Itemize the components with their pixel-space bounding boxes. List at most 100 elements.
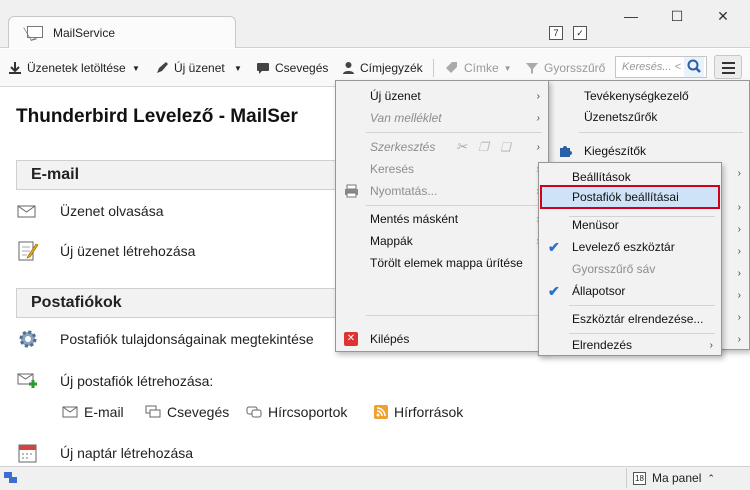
get-messages-dropdown[interactable]: ▼ xyxy=(132,59,140,77)
menu-item-save-as[interactable]: Mentés másként › xyxy=(336,208,548,230)
network-status-icon[interactable] xyxy=(4,472,18,484)
menu-item-label: Kiegészítők xyxy=(584,144,647,158)
create-chat-account-link[interactable]: Csevegés xyxy=(145,404,229,420)
search-icon xyxy=(687,59,701,73)
tag-button[interactable]: Címke ▼ xyxy=(445,59,512,77)
menu-item-menubar[interactable]: Menüsor xyxy=(539,214,721,236)
maximize-button[interactable]: ☐ xyxy=(662,6,692,26)
menu-item-attachments[interactable]: Van melléklet › xyxy=(336,107,548,129)
toolbar-separator xyxy=(433,59,434,77)
chevron-right-icon: › xyxy=(536,141,540,153)
menu-item-label: Állapotsor xyxy=(572,284,626,298)
menu-separator xyxy=(366,205,542,206)
filter-icon xyxy=(526,63,538,74)
write-message-label: Új üzenet létrehozása xyxy=(60,243,196,259)
rss-icon xyxy=(374,405,388,419)
app-menu-button[interactable] xyxy=(714,55,742,79)
calendar-icon[interactable]: 7 xyxy=(549,26,563,40)
envelope-icon xyxy=(27,26,43,38)
read-messages-label: Üzenet olvasása xyxy=(60,203,164,219)
email-account-label: E-mail xyxy=(84,404,124,420)
menu-item-label: Mentés másként xyxy=(370,212,459,226)
menu-item-exit[interactable]: ✕ Kilépés xyxy=(336,328,548,350)
create-account-label: Új postafiók létrehozása: xyxy=(60,373,214,389)
close-button[interactable]: ✕ xyxy=(708,6,738,26)
chevron-right-icon: › xyxy=(737,245,741,257)
printer-icon xyxy=(345,184,358,198)
menu-item-message-filters[interactable]: Üzenetszűrők xyxy=(549,106,749,128)
pencil-icon xyxy=(157,62,168,73)
hamburger-icon xyxy=(722,62,735,64)
write-button[interactable]: Új üzenet xyxy=(155,59,225,77)
menu-item-mail-toolbar[interactable]: ✔ Levelező eszköztár xyxy=(539,236,721,258)
envelope-icon xyxy=(62,406,78,418)
address-book-button[interactable]: Címjegyzék xyxy=(342,59,423,77)
chevron-right-icon: › xyxy=(737,333,741,345)
tasks-icon[interactable]: ✓ xyxy=(573,26,587,40)
menu-item-layout[interactable]: Elrendezés › xyxy=(539,334,721,356)
write-dropdown[interactable]: ▼ xyxy=(234,59,242,77)
create-calendar-link[interactable]: Új naptár létrehozása xyxy=(16,442,193,464)
address-book-label: Címjegyzék xyxy=(360,61,423,75)
get-messages-label: Üzenetek letöltése xyxy=(27,61,126,75)
newsgroup-account-label: Hírcsoportok xyxy=(268,404,348,420)
menu-item-edit[interactable]: Szerkesztés ✂ ❐ ❏ › xyxy=(336,136,548,158)
puzzle-icon xyxy=(560,146,572,157)
menu-item-addons[interactable]: Kiegészítők xyxy=(549,140,749,162)
view-account-settings-link[interactable]: Postafiók tulajdonságainak megtekintése xyxy=(16,328,314,350)
options-submenu: Beállítások Postafiók beállításai Menüso… xyxy=(538,162,722,356)
chat-button[interactable]: Csevegés xyxy=(256,59,328,77)
menu-item-account-settings[interactable]: Postafiók beállításai xyxy=(539,186,721,208)
menu-item-folders[interactable]: Mappák › xyxy=(336,230,548,252)
envelope-icon xyxy=(17,205,36,218)
tab-label: MailService xyxy=(53,26,116,40)
read-messages-link[interactable]: Üzenet olvasása xyxy=(16,200,164,222)
menu-item-customize-toolbar[interactable]: Eszköztár elrendezése... xyxy=(539,308,721,330)
menu-item-status-bar[interactable]: ✔ Állapotsor xyxy=(539,280,721,302)
menu-item-label: Törölt elemek mappa ürítése xyxy=(370,256,523,270)
menu-item-label: Van melléklet xyxy=(370,111,442,125)
write-message-link[interactable]: Új üzenet létrehozása xyxy=(16,240,195,262)
copy-icon: ❐ xyxy=(478,140,489,154)
menu-item-label: Tevékenységkezelő xyxy=(584,89,689,103)
chevron-right-icon: › xyxy=(536,112,540,124)
chevron-right-icon: › xyxy=(536,90,540,102)
view-account-settings-label: Postafiók tulajdonságainak megtekintése xyxy=(60,331,314,347)
create-newsgroup-account-link[interactable]: Hírcsoportok xyxy=(246,404,347,420)
chevron-down-icon: ▼ xyxy=(132,63,140,73)
menu-item-find[interactable]: Keresés › xyxy=(336,158,548,180)
chevron-right-icon: › xyxy=(737,267,741,279)
person-icon xyxy=(343,62,354,74)
quick-filter-button[interactable]: Gyorsszűrő xyxy=(525,59,605,77)
menu-item-label: Szerkesztés xyxy=(370,140,436,154)
menu-item-quick-filter-bar[interactable]: Gyorsszűrő sáv xyxy=(539,258,721,280)
menu-item-label: Menüsor xyxy=(572,218,619,232)
feed-account-label: Hírforrások xyxy=(394,404,464,420)
compose-icon xyxy=(18,241,39,261)
menu-item-new-message[interactable]: Új üzenet › xyxy=(336,85,548,107)
menu-separator xyxy=(579,132,743,133)
menu-item-print[interactable]: Nyomtatás... › xyxy=(336,180,548,202)
newsgroup-icon xyxy=(246,406,262,418)
create-email-account-link[interactable]: E-mail xyxy=(62,404,124,420)
chat-account-label: Csevegés xyxy=(167,404,230,420)
title-bar: MailService 7 ✓ — ☐ ✕ xyxy=(0,0,750,48)
menu-item-label: Beállítások xyxy=(572,170,631,184)
get-messages-button[interactable]: Üzenetek letöltése xyxy=(8,59,126,77)
scissors-icon: ✂ xyxy=(456,139,467,154)
menu-separator xyxy=(366,132,542,133)
gear-icon xyxy=(19,330,37,348)
menu-item-activity-manager[interactable]: Tevékenységkezelő xyxy=(549,85,749,107)
exit-icon: ✕ xyxy=(344,332,358,346)
chevron-right-icon: › xyxy=(737,289,741,301)
chevron-right-icon: › xyxy=(737,311,741,323)
chevron-right-icon: › xyxy=(737,223,741,235)
today-pane-button[interactable]: 18 Ma panel ⌃ xyxy=(626,468,736,488)
tab-mailservice[interactable]: MailService xyxy=(8,16,236,48)
menu-separator xyxy=(569,305,715,306)
menu-item-label: Új üzenet xyxy=(370,89,421,103)
create-feed-account-link[interactable]: Hírforrások xyxy=(374,404,463,420)
menu-item-empty-trash[interactable]: Törölt elemek mappa ürítése xyxy=(336,252,548,274)
search-button[interactable] xyxy=(684,57,704,77)
minimize-button[interactable]: — xyxy=(616,6,646,26)
